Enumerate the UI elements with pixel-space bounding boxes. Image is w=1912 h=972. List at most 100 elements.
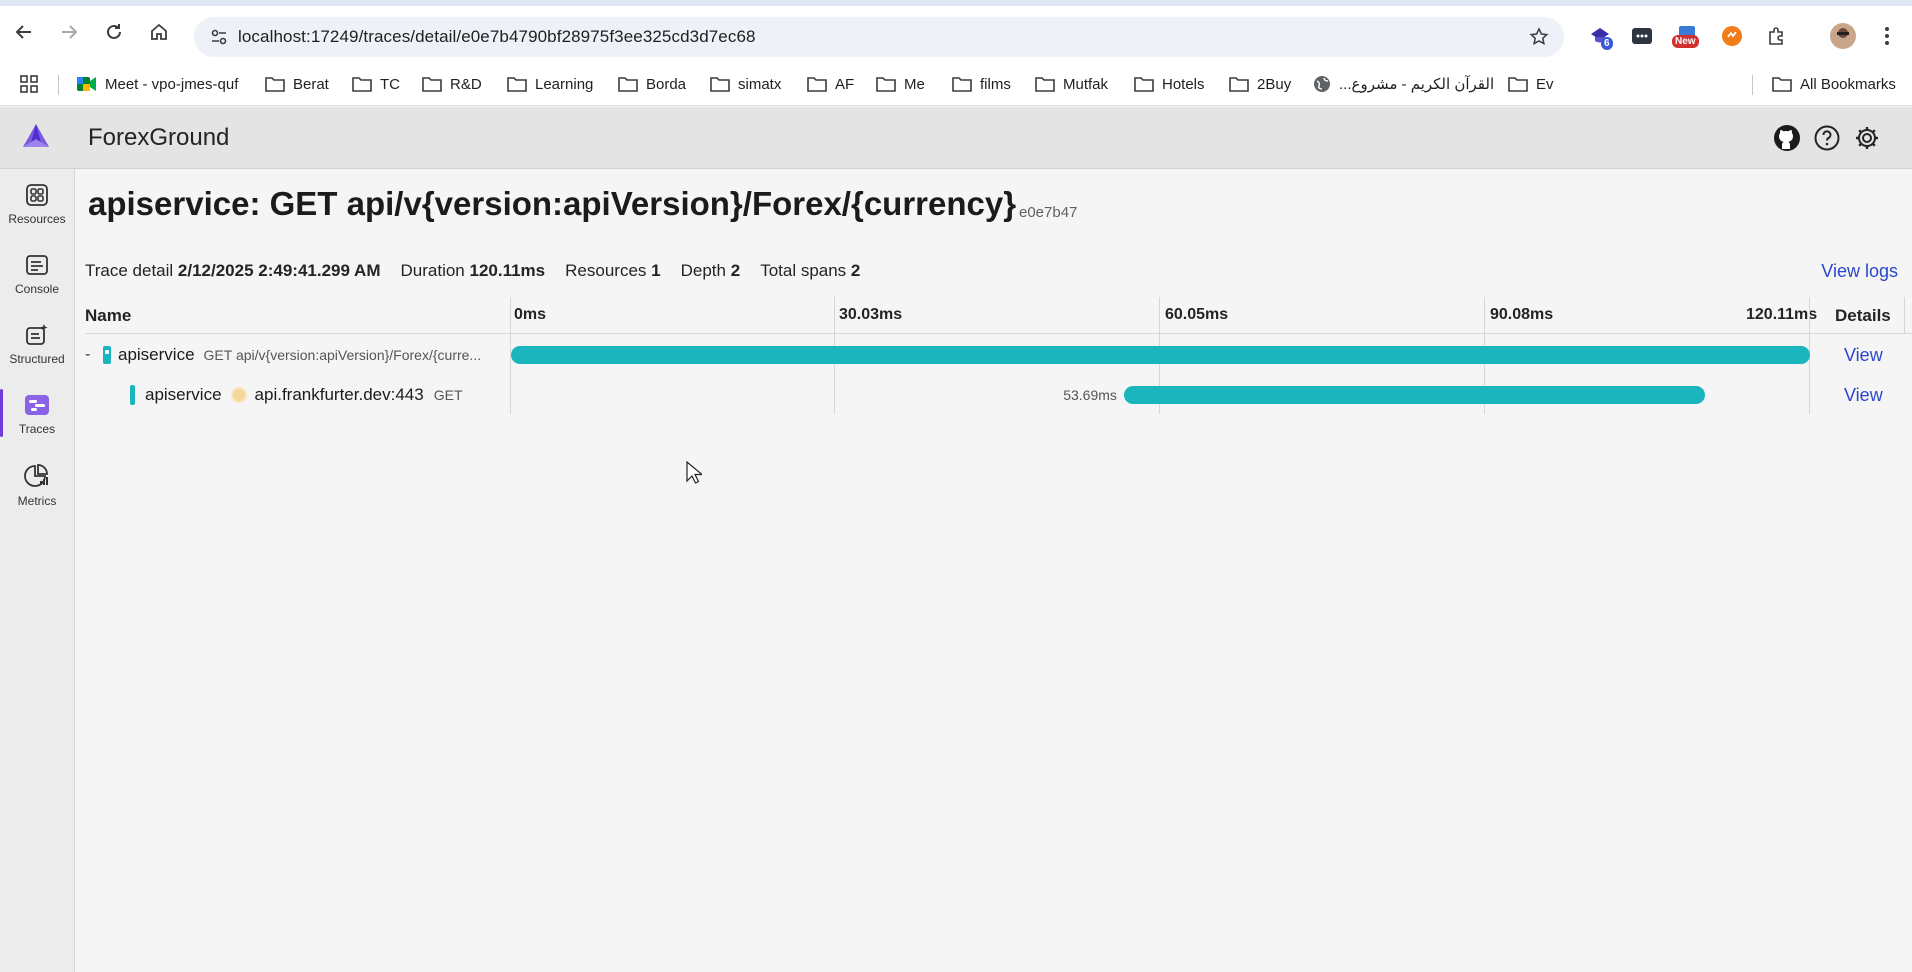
- new-badge: New: [1672, 35, 1699, 48]
- collapse-toggle[interactable]: -: [85, 346, 103, 364]
- settings-gear-icon[interactable]: [1852, 123, 1882, 153]
- profile-avatar[interactable]: [1830, 23, 1856, 49]
- nav-label: Resources: [8, 212, 66, 226]
- bookmark-label: TC: [380, 75, 400, 93]
- nav-metrics[interactable]: Metrics: [0, 449, 74, 513]
- folder-icon: [1229, 77, 1249, 92]
- bookmark-folder[interactable]: Mutfak: [1035, 73, 1108, 95]
- bookmark-label: Mutfak: [1063, 75, 1109, 93]
- bookmark-label: Hotels: [1162, 75, 1205, 93]
- bookmark-folder[interactable]: Learning: [507, 73, 593, 95]
- bookmark-folder[interactable]: AF: [807, 73, 854, 95]
- nav-traces[interactable]: Traces: [0, 379, 74, 443]
- folder-icon: [876, 77, 896, 92]
- span-operation: GET api/v{version:apiVersion}/Forex/{cur…: [203, 347, 482, 363]
- extensions-puzzle-icon[interactable]: [1764, 23, 1790, 49]
- folder-icon: [1134, 77, 1154, 92]
- mouse-cursor-icon: [686, 460, 704, 490]
- home-icon[interactable]: [147, 20, 171, 44]
- orange-extension-icon[interactable]: [1719, 23, 1745, 49]
- nav-label: Console: [14, 282, 60, 296]
- bookmarks-bar: Meet - vpo-jmes-quf Berat TC R&D Learnin…: [0, 63, 1912, 106]
- view-logs-link[interactable]: View logs: [1821, 261, 1898, 282]
- nav-structured[interactable]: Structured: [0, 309, 74, 373]
- nav-resources[interactable]: Resources: [0, 169, 74, 233]
- nav-console[interactable]: Console: [0, 239, 74, 303]
- nav-label: Metrics: [17, 494, 57, 508]
- folder-icon: [952, 77, 972, 92]
- help-icon[interactable]: [1812, 123, 1842, 153]
- apps-grid-icon[interactable]: [19, 73, 39, 95]
- password-manager-icon[interactable]: [1629, 23, 1655, 49]
- bookmark-label: Borda: [646, 75, 687, 93]
- span-row[interactable]: - apiservice GET api/v{version:apiVersio…: [85, 335, 1912, 375]
- bookmark-label: simatx: [738, 75, 782, 93]
- trace-short-id: e0e7b47: [1019, 204, 1078, 221]
- bookmark-label: Berat: [293, 75, 329, 93]
- console-icon: [26, 255, 48, 275]
- span-bar[interactable]: [511, 346, 1810, 364]
- forward-icon[interactable]: [57, 20, 81, 44]
- meet-icon: [77, 77, 96, 91]
- bookmark-folder[interactable]: 2Buy: [1229, 73, 1291, 95]
- bookmark-folder[interactable]: Borda: [618, 73, 686, 95]
- column-name: Name: [85, 306, 132, 325]
- trace-summary: Trace detail 2/12/2025 2:49:41.299 AM Du…: [85, 261, 860, 281]
- trace-detail-page: apiservice: GET api/v{version:apiVersion…: [76, 169, 1912, 972]
- bookmark-label: Me: [904, 75, 925, 93]
- span-peer: api.frankfurter.dev:443: [254, 385, 424, 404]
- summary-trace-detail: Trace detail 2/12/2025 2:49:41.299 AM: [85, 261, 381, 280]
- bookmark-folder[interactable]: Ev: [1508, 73, 1554, 95]
- folder-icon: [352, 77, 372, 92]
- aspire-logo-icon[interactable]: [20, 121, 52, 153]
- bookmark-folder[interactable]: Me: [876, 73, 925, 95]
- bookmark-meet[interactable]: Meet - vpo-jmes-quf: [77, 73, 238, 95]
- extension-new-icon[interactable]: New: [1672, 23, 1700, 49]
- folder-icon: [710, 77, 730, 92]
- resources-icon: [26, 184, 48, 206]
- folder-icon: [807, 77, 827, 92]
- bookmark-folder[interactable]: Berat: [265, 73, 329, 95]
- view-span-link[interactable]: View: [1844, 385, 1883, 406]
- span-row[interactable]: apiservice api.frankfurter.dev:443 GET 5…: [85, 375, 1912, 415]
- bookmark-folder[interactable]: TC: [352, 73, 400, 95]
- bookmark-quran[interactable]: القرآن الكريم - مشروع...: [1313, 73, 1494, 95]
- all-bookmarks[interactable]: All Bookmarks: [1772, 73, 1896, 95]
- bookmark-label: films: [980, 75, 1011, 93]
- bookmark-star-icon[interactable]: [1528, 26, 1550, 48]
- span-duration-label: 53.69ms: [1063, 387, 1117, 403]
- traces-icon: [25, 395, 49, 415]
- bookmark-label: القرآن الكريم - مشروع...: [1339, 76, 1495, 93]
- timeline-tick: 60.05ms: [1165, 306, 1229, 323]
- back-icon[interactable]: [12, 20, 36, 44]
- side-nav: Resources Console Structured Traces Metr…: [0, 169, 75, 972]
- browser-menu-icon[interactable]: [1874, 23, 1900, 49]
- bookmark-label: R&D: [450, 75, 482, 93]
- browser-toolbar: localhost:17249/traces/detail/e0e7b4790b…: [0, 6, 1912, 63]
- nav-label: Structured: [9, 352, 65, 366]
- bookmarks-divider: [58, 75, 59, 95]
- timeline-tick: 90.08ms: [1490, 306, 1554, 323]
- reload-icon[interactable]: [102, 20, 126, 44]
- column-details: Details: [1835, 306, 1891, 325]
- url-text[interactable]: localhost:17249/traces/detail/e0e7b4790b…: [238, 27, 756, 47]
- span-method: GET: [433, 387, 463, 403]
- extension-icon[interactable]: 6: [1587, 23, 1613, 50]
- bookmark-folder[interactable]: simatx: [710, 73, 781, 95]
- metrics-icon: [24, 464, 48, 487]
- timeline-tick: 30.03ms: [839, 306, 903, 323]
- span-service: apiservice: [118, 345, 195, 364]
- bookmark-folder[interactable]: films: [952, 73, 1011, 95]
- app-title: ForexGround: [88, 124, 230, 151]
- folder-icon: [1772, 77, 1792, 92]
- address-bar[interactable]: localhost:17249/traces/detail/e0e7b4790b…: [194, 17, 1564, 57]
- bookmark-folder[interactable]: R&D: [422, 73, 482, 95]
- site-info-icon[interactable]: [208, 26, 230, 48]
- extension-badge: 6: [1601, 37, 1613, 50]
- folder-icon: [422, 77, 442, 92]
- span-bar[interactable]: [1124, 386, 1705, 404]
- view-span-link[interactable]: View: [1844, 345, 1883, 366]
- bookmark-folder[interactable]: Hotels: [1134, 73, 1205, 95]
- bookmarks-divider: [1752, 75, 1753, 95]
- github-icon[interactable]: [1772, 123, 1802, 153]
